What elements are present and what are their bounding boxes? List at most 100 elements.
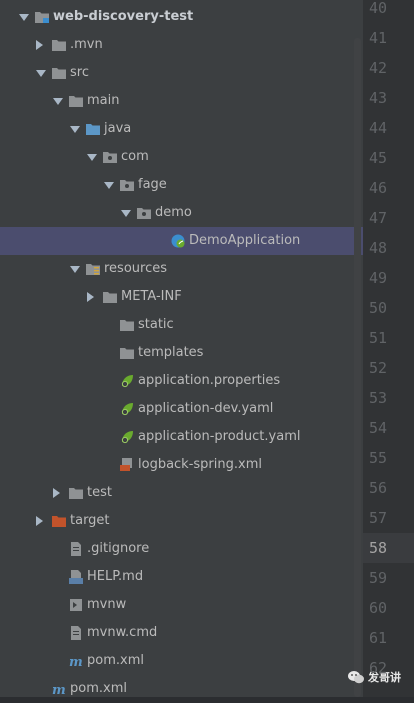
tree-item-label: src bbox=[70, 65, 89, 80]
tree-item[interactable]: mvnw bbox=[0, 591, 363, 619]
package-icon bbox=[103, 150, 117, 163]
chevron-right-icon[interactable] bbox=[87, 292, 94, 302]
project-tree-panel: web-discovery-test .mvn src main java com fage… bbox=[0, 0, 363, 698]
tree-item-label: DemoApplication bbox=[189, 233, 301, 248]
tree-item[interactable]: m pom.xml bbox=[0, 647, 363, 675]
tree-item-label: resources bbox=[104, 261, 168, 276]
line-number-text: 54 bbox=[369, 419, 388, 437]
xml-file-icon bbox=[120, 458, 134, 471]
tree-item[interactable]: META-INF bbox=[0, 283, 363, 311]
current-line-number: 58 bbox=[363, 533, 414, 563]
line-number: 54 bbox=[363, 413, 414, 443]
chevron-down-icon[interactable] bbox=[104, 182, 114, 189]
chevron-down-icon[interactable] bbox=[19, 14, 29, 21]
line-number: 46 bbox=[363, 173, 414, 203]
line-number-text: 56 bbox=[369, 479, 388, 497]
line-number: 60 bbox=[363, 593, 414, 623]
chevron-down-icon[interactable] bbox=[70, 126, 80, 133]
line-number: 42 bbox=[363, 53, 414, 83]
tree-item[interactable]: m pom.xml bbox=[0, 675, 363, 703]
tree-scrollbar[interactable] bbox=[354, 38, 361, 697]
maven-file-icon: m bbox=[52, 682, 66, 698]
tree-item[interactable]: application-dev.yaml bbox=[0, 395, 363, 423]
spring-config-icon bbox=[120, 430, 134, 444]
svg-text:m: m bbox=[52, 683, 66, 696]
tree-item[interactable]: mvnw.cmd bbox=[0, 619, 363, 647]
tree-item[interactable]: main bbox=[0, 87, 363, 115]
line-number: 48 bbox=[363, 233, 414, 263]
tree-item[interactable]: target bbox=[0, 507, 363, 535]
line-number-text: 42 bbox=[369, 59, 388, 77]
tree-item-label: templates bbox=[138, 345, 204, 360]
line-number: 40 bbox=[363, 0, 414, 23]
line-number-text: 44 bbox=[369, 119, 388, 137]
chevron-right-icon[interactable] bbox=[36, 40, 43, 50]
source-folder-icon bbox=[86, 122, 100, 135]
chevron-right-icon[interactable] bbox=[36, 516, 43, 526]
line-number: 49 bbox=[363, 263, 414, 293]
tree-item[interactable]: web-discovery-test bbox=[0, 3, 363, 31]
tree-item-label: mvnw bbox=[87, 597, 127, 612]
tree-item[interactable]: com bbox=[0, 143, 363, 171]
line-number: 44 bbox=[363, 113, 414, 143]
tree-item[interactable]: demo bbox=[0, 199, 363, 227]
script-file-icon bbox=[69, 598, 83, 611]
tree-item[interactable]: application-product.yaml bbox=[0, 423, 363, 451]
svg-text:m: m bbox=[69, 655, 83, 668]
spring-boot-class-icon bbox=[171, 234, 185, 248]
folder-icon bbox=[69, 94, 83, 107]
tree-item-label: java bbox=[104, 121, 132, 136]
tree-item-label: pom.xml bbox=[70, 681, 127, 696]
tree-item[interactable]: logback-spring.xml bbox=[0, 451, 363, 479]
tree-item[interactable]: static bbox=[0, 311, 363, 339]
tree-item-label: main bbox=[87, 93, 120, 108]
tree-item[interactable]: resources bbox=[0, 255, 363, 283]
spring-config-icon bbox=[120, 374, 134, 388]
tree-item[interactable]: java bbox=[0, 115, 363, 143]
tree-item[interactable]: fage bbox=[0, 171, 363, 199]
package-icon bbox=[137, 206, 151, 219]
chevron-down-icon[interactable] bbox=[121, 210, 131, 217]
tree-item-label: test bbox=[87, 485, 112, 500]
tree-item-label: web-discovery-test bbox=[53, 9, 194, 24]
line-number-text: 40 bbox=[369, 0, 388, 17]
chevron-down-icon[interactable] bbox=[87, 154, 97, 161]
tree-item-label: fage bbox=[138, 177, 167, 192]
tree-item[interactable]: .mvn bbox=[0, 31, 363, 59]
line-number-text: 53 bbox=[369, 389, 388, 407]
tree-item[interactable]: HELP.md bbox=[0, 563, 363, 591]
tree-item[interactable]: DemoApplication bbox=[0, 227, 363, 255]
line-number-text: 51 bbox=[369, 329, 388, 347]
line-number-text: 59 bbox=[369, 569, 388, 587]
tree-item-label: application-product.yaml bbox=[138, 429, 301, 444]
chevron-down-icon[interactable] bbox=[53, 98, 63, 105]
tree-item-label: logback-spring.xml bbox=[138, 457, 262, 472]
maven-file-icon: m bbox=[69, 654, 83, 670]
line-number-text: 62 bbox=[369, 659, 388, 677]
chevron-down-icon[interactable] bbox=[70, 266, 80, 273]
line-number: 41 bbox=[363, 23, 414, 53]
line-number: 59 bbox=[363, 563, 414, 593]
line-number-text: 52 bbox=[369, 359, 388, 377]
tree-item[interactable]: templates bbox=[0, 339, 363, 367]
tree-item[interactable]: test bbox=[0, 479, 363, 507]
line-number-text: 55 bbox=[369, 449, 388, 467]
folder-icon bbox=[120, 318, 134, 331]
tree-item-label: static bbox=[138, 317, 174, 332]
line-number-text: 50 bbox=[369, 299, 388, 317]
spring-config-icon bbox=[120, 402, 134, 416]
line-number: 43 bbox=[363, 83, 414, 113]
line-number-text: 45 bbox=[369, 149, 388, 167]
tree-item[interactable]: .gitignore bbox=[0, 535, 363, 563]
tree-item[interactable]: src bbox=[0, 59, 363, 87]
chevron-down-icon[interactable] bbox=[36, 70, 46, 77]
folder-icon bbox=[69, 486, 83, 499]
chevron-right-icon[interactable] bbox=[53, 488, 60, 498]
folder-icon bbox=[52, 66, 66, 79]
tree-item-label: demo bbox=[155, 205, 192, 220]
line-number: 56 bbox=[363, 473, 414, 503]
line-number-text: 58 bbox=[369, 539, 388, 557]
tree-item-label: pom.xml bbox=[87, 653, 144, 668]
tree-item[interactable]: application.properties bbox=[0, 367, 363, 395]
text-file-icon bbox=[69, 542, 83, 556]
